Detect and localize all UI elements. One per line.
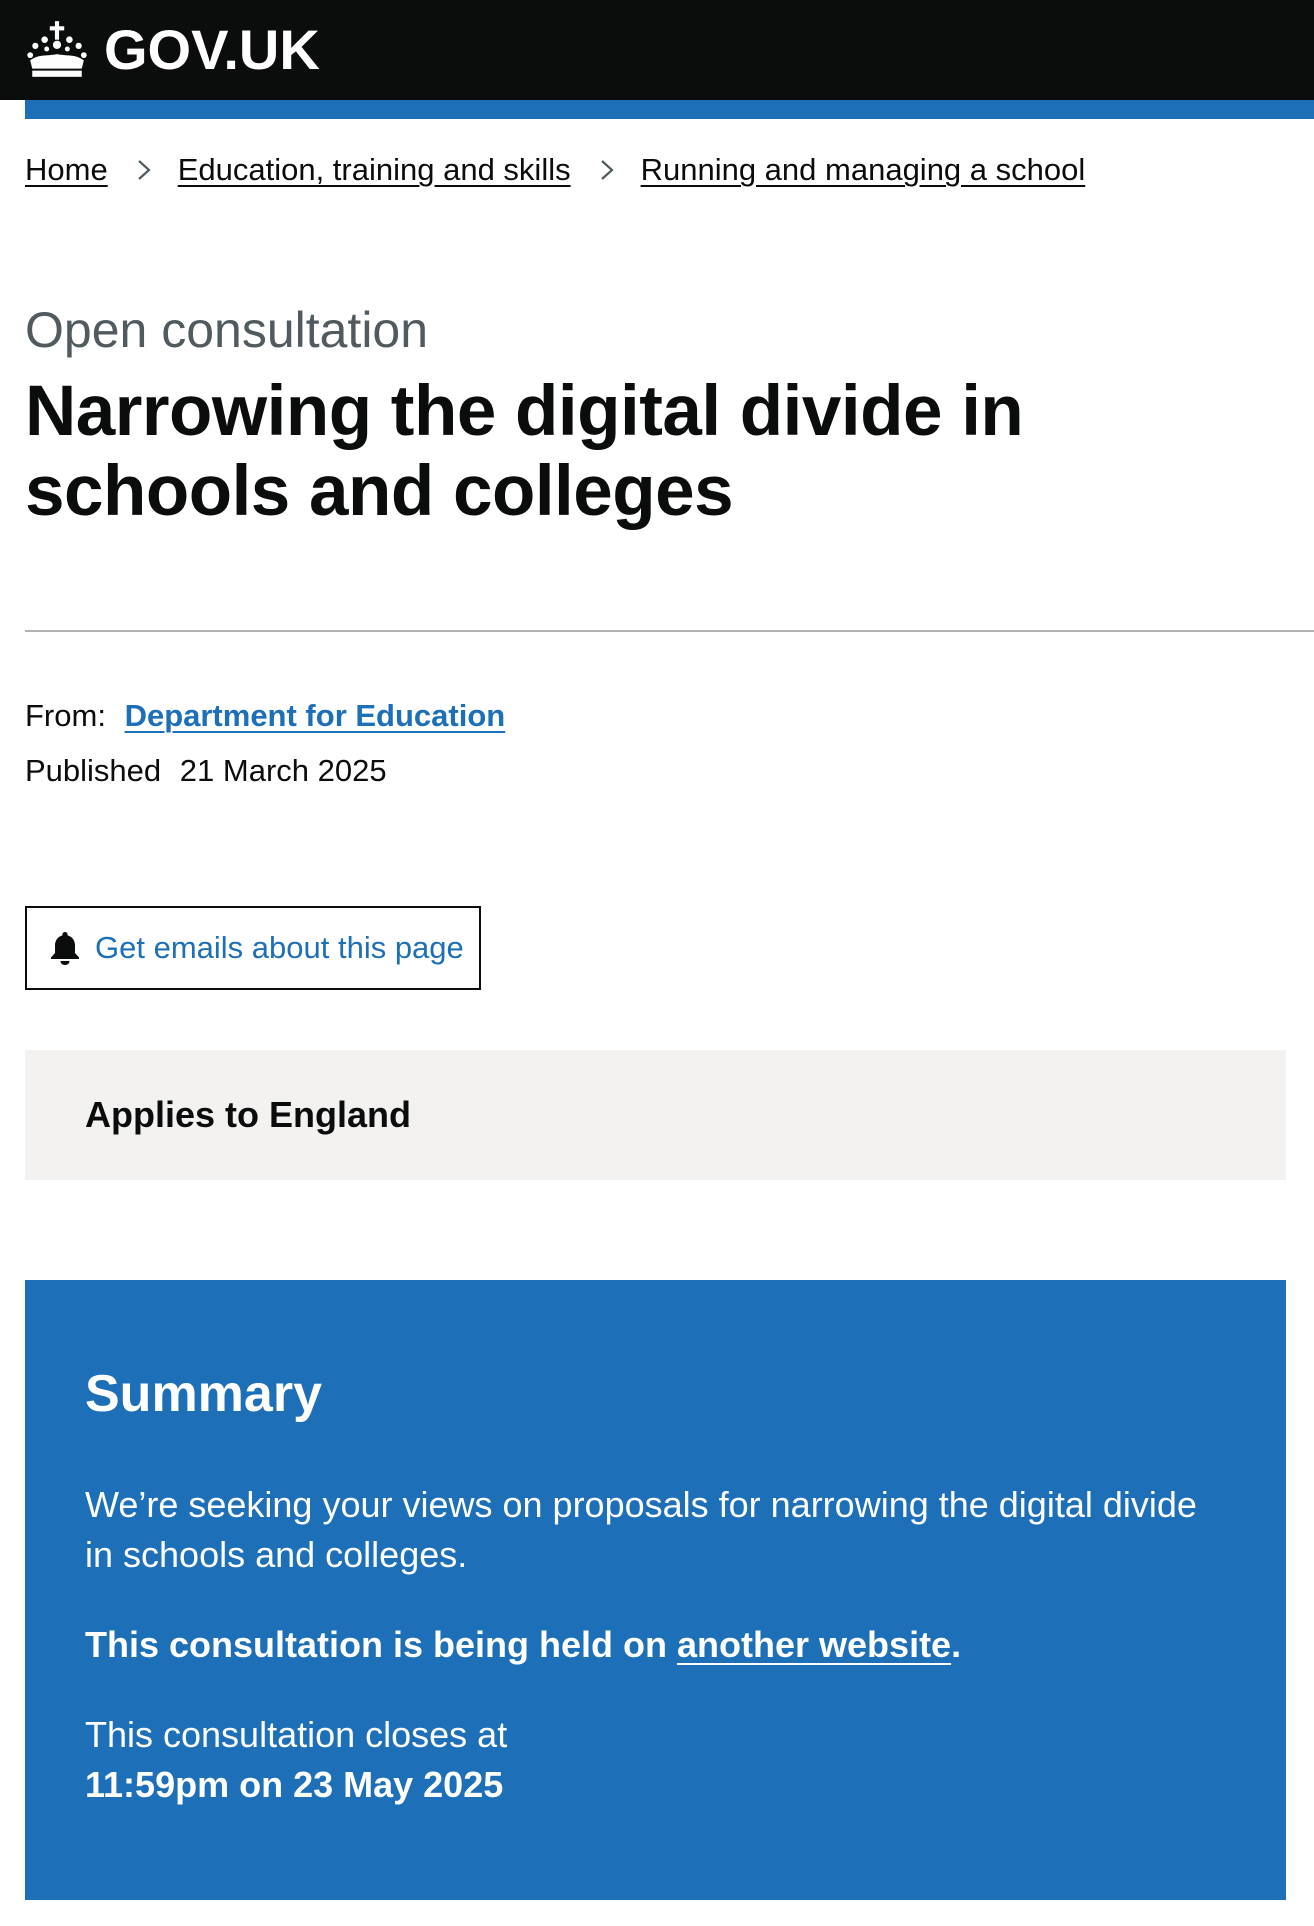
summary-closes: This consultation closes at 11:59pm on 2… <box>85 1710 507 1810</box>
summary-notice: This consultation is being held on anoth… <box>85 1620 961 1670</box>
notice-prefix: This consultation is being held on <box>85 1624 678 1665</box>
summary-body: We’re seeking your views on proposals fo… <box>85 1484 1197 1575</box>
applies-to-text: Applies to England <box>85 1094 412 1135</box>
summary-panel: Summary We’re seeking your views on prop… <box>25 1280 1286 1900</box>
closes-date: 11:59pm on 23 May 2025 <box>85 1764 504 1805</box>
notice-suffix: . <box>951 1624 962 1665</box>
govuk-logo-link[interactable]: GOV.UK <box>24 8 320 92</box>
chevron-right-icon <box>124 150 164 190</box>
breadcrumb-education[interactable]: Education, training and skills <box>178 150 571 190</box>
site-header: GOV.UK <box>0 0 1314 100</box>
published-date: 21 March 2025 <box>179 753 387 788</box>
chevron-right-icon <box>587 150 627 190</box>
metadata-from: From: Department for Education <box>25 696 505 736</box>
header-blue-bar <box>25 100 1314 119</box>
metadata-published: Published 21 March 2025 <box>25 751 387 791</box>
title-divider <box>25 630 1314 632</box>
breadcrumb-home[interactable]: Home <box>25 150 108 190</box>
page-caption: Open consultation <box>25 302 429 358</box>
published-label: Published <box>25 753 162 788</box>
bell-icon <box>51 932 79 965</box>
breadcrumb: Home Education, training and skills Runn… <box>25 150 1085 190</box>
closes-label: This consultation closes at <box>85 1714 508 1755</box>
another-website-link[interactable]: another website <box>677 1624 951 1665</box>
breadcrumb-running-school[interactable]: Running and managing a school <box>641 150 1086 190</box>
organisation-link[interactable]: Department for Education <box>125 698 506 733</box>
get-emails-button[interactable]: Get emails about this page <box>25 906 481 990</box>
applies-to-panel: Applies to England <box>25 1050 1286 1180</box>
get-emails-label: Get emails about this page <box>95 930 464 965</box>
page-title: Narrowing the digital divide in schools … <box>25 372 1024 531</box>
crown-icon <box>27 21 87 77</box>
from-label: From: <box>25 698 106 733</box>
logo-text: GOV.UK <box>104 18 320 81</box>
summary-heading: Summary <box>85 1365 322 1423</box>
